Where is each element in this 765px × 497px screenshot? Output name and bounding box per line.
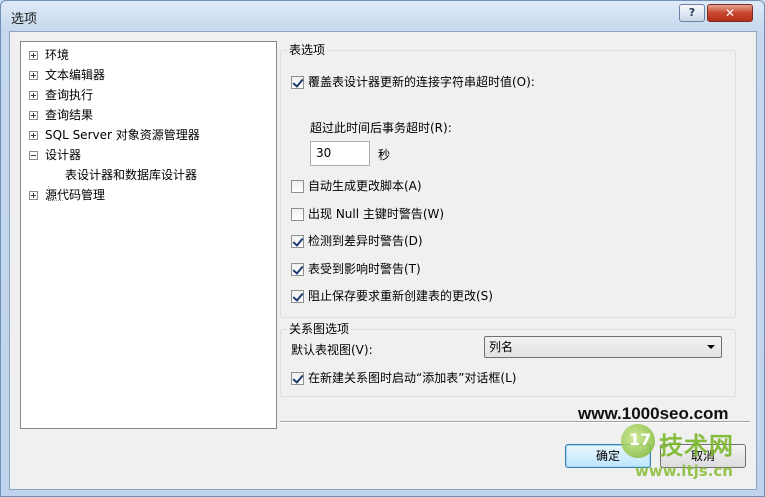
- tree-item-label: 环境: [45, 48, 70, 62]
- prevent-save-label[interactable]: 阻止保存要求重新创建表的更改(S): [308, 288, 493, 304]
- close-button[interactable]: ✕: [707, 4, 753, 22]
- auto-script-label[interactable]: 自动生成更改脚本(A): [308, 178, 422, 194]
- expand-icon[interactable]: [29, 131, 38, 140]
- watermark-brand: 技术网: [659, 432, 734, 460]
- tree-item-label: 设计器: [45, 148, 82, 162]
- affected-warning-checkbox[interactable]: [291, 263, 304, 276]
- prevent-save-checkbox[interactable]: [291, 290, 304, 303]
- tree-item-label: 查询执行: [45, 88, 94, 102]
- tree-item-label: 文本编辑器: [45, 68, 106, 82]
- window-title: 选项: [11, 12, 38, 27]
- timeout-unit: 秒: [378, 148, 391, 162]
- help-button[interactable]: ?: [679, 4, 705, 22]
- tree-item-label: 查询结果: [45, 108, 94, 122]
- expand-icon[interactable]: [29, 91, 38, 100]
- table-options-title: 表选项: [287, 43, 328, 57]
- expand-icon[interactable]: [29, 71, 38, 80]
- tree-item-label: 源代码管理: [45, 188, 106, 202]
- auto-script-checkbox[interactable]: [291, 180, 304, 193]
- timeout-input[interactable]: 30: [310, 141, 370, 166]
- tree-item-label: SQL Server 对象资源管理器: [45, 128, 200, 142]
- override-timeout-label[interactable]: 覆盖表设计器更新的连接字符串超时值(O):: [308, 74, 535, 90]
- diff-warning-label[interactable]: 检测到差异时警告(D): [308, 233, 423, 249]
- options-dialog: 选项 ? ✕ 环境 文本编辑器 查询执行 查询结果 SQL Server 对象资…: [0, 0, 765, 497]
- options-tree[interactable]: 环境 文本编辑器 查询执行 查询结果 SQL Server 对象资源管理器 设计…: [20, 41, 277, 429]
- watermark-logo-text: 17: [629, 430, 652, 449]
- override-timeout-checkbox[interactable]: [291, 76, 304, 89]
- collapse-icon[interactable]: [29, 151, 38, 160]
- add-table-dialog-checkbox[interactable]: [291, 372, 304, 385]
- null-pk-warning-label[interactable]: 出现 Null 主键时警告(W): [308, 206, 444, 222]
- default-view-select[interactable]: 列名: [484, 336, 722, 358]
- timeout-label: 超过此时间后事务超时(R):: [310, 121, 452, 135]
- default-view-value: 列名: [489, 340, 514, 354]
- default-view-label: 默认表视图(V):: [291, 343, 373, 357]
- tree-item-label: 表设计器和数据库设计器: [65, 168, 198, 182]
- expand-icon[interactable]: [29, 51, 38, 60]
- null-pk-warning-checkbox[interactable]: [291, 208, 304, 221]
- diff-warning-checkbox[interactable]: [291, 235, 304, 248]
- watermark-site-url: www.1000seo.com: [578, 404, 729, 423]
- watermark-site-url-2: www.itjs.cn: [635, 462, 733, 480]
- title-bar[interactable]: 选项 ? ✕: [1, 1, 764, 31]
- add-table-dialog-label[interactable]: 在新建关系图时启动“添加表”对话框(L): [308, 370, 516, 386]
- chevron-down-icon: [707, 345, 715, 349]
- expand-icon[interactable]: [29, 111, 38, 120]
- expand-icon[interactable]: [29, 191, 38, 200]
- affected-warning-label[interactable]: 表受到影响时警告(T): [308, 261, 421, 277]
- diagram-options-title: 关系图选项: [287, 322, 352, 336]
- tree-item-table-db-designers[interactable]: 表设计器和数据库设计器: [65, 166, 197, 184]
